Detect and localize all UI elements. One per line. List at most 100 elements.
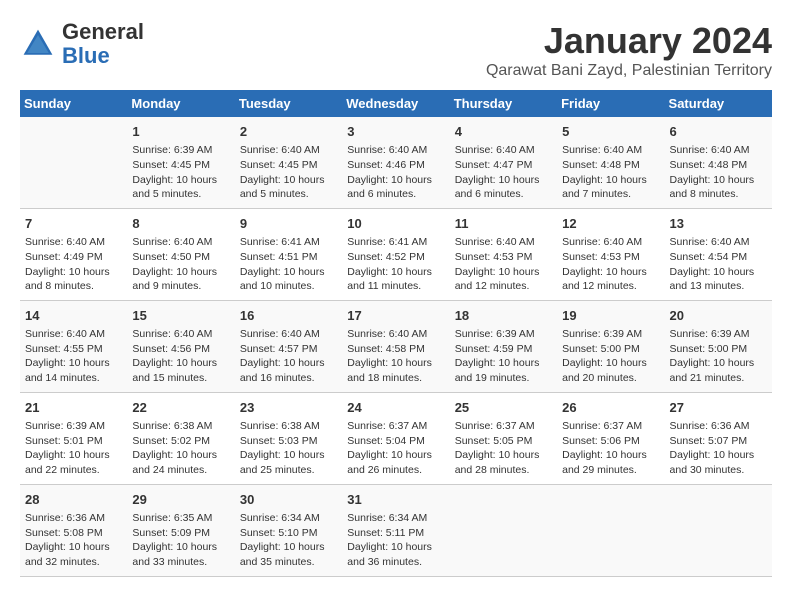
day-info: Sunrise: 6:40 AMSunset: 4:58 PMDaylight:… (347, 327, 444, 386)
day-number: 13 (670, 215, 767, 233)
logo-icon (20, 26, 56, 62)
calendar-cell: 8 Sunrise: 6:40 AMSunset: 4:50 PMDaylight… (127, 208, 234, 300)
day-number: 20 (670, 307, 767, 325)
main-title: January 2024 (486, 20, 772, 62)
day-number: 18 (455, 307, 552, 325)
calendar-cell: 28Sunrise: 6:36 AMSunset: 5:08 PMDayligh… (20, 484, 127, 576)
page-header: General Blue January 2024 Qarawat Bani Z… (20, 20, 772, 80)
day-info: Sunrise: 6:37 AMSunset: 5:04 PMDaylight:… (347, 419, 444, 478)
title-area: January 2024 Qarawat Bani Zayd, Palestin… (486, 20, 772, 80)
day-info: Sunrise: 6:37 AMSunset: 5:05 PMDaylight:… (455, 419, 552, 478)
day-number: 10 (347, 215, 444, 233)
day-info: Sunrise: 6:39 AMSunset: 5:00 PMDaylight:… (670, 327, 767, 386)
week-row-2: 7 Sunrise: 6:40 AMSunset: 4:49 PMDaylight… (20, 208, 772, 300)
day-info: Sunrise: 6:39 AMSunset: 4:45 PMDaylight:… (132, 143, 229, 202)
week-row-1: 1 Sunrise: 6:39 AMSunset: 4:45 PMDaylight… (20, 117, 772, 208)
day-number: 17 (347, 307, 444, 325)
day-header-friday: Friday (557, 90, 664, 117)
day-number: 15 (132, 307, 229, 325)
day-number: 9 (240, 215, 337, 233)
day-info: Sunrise: 6:36 AMSunset: 5:07 PMDaylight:… (670, 419, 767, 478)
calendar-cell: 1 Sunrise: 6:39 AMSunset: 4:45 PMDaylight… (127, 117, 234, 208)
calendar-cell: 29 Sunrise: 6:35 AMSunset: 5:09 PMDayligh… (127, 484, 234, 576)
day-number: 4 (455, 123, 552, 141)
calendar-cell: 14 Sunrise: 6:40 AMSunset: 4:55 PMDayligh… (20, 300, 127, 392)
day-info: Sunrise: 6:40 AMSunset: 4:55 PMDaylight:… (25, 327, 122, 386)
day-header-tuesday: Tuesday (235, 90, 342, 117)
day-number: 24 (347, 399, 444, 417)
days-header-row: SundayMondayTuesdayWednesdayThursdayFrid… (20, 90, 772, 117)
calendar-cell: 13 Sunrise: 6:40 AMSunset: 4:54 PMDayligh… (665, 208, 772, 300)
week-row-3: 14 Sunrise: 6:40 AMSunset: 4:55 PMDayligh… (20, 300, 772, 392)
day-info: Sunrise: 6:35 AMSunset: 5:09 PMDaylight:… (132, 511, 229, 570)
calendar-cell (665, 484, 772, 576)
day-number: 2 (240, 123, 337, 141)
calendar-cell: 18 Sunrise: 6:39 AMSunset: 4:59 PMDayligh… (450, 300, 557, 392)
calendar-cell: 21Sunrise: 6:39 AMSunset: 5:01 PMDayligh… (20, 392, 127, 484)
day-number: 1 (132, 123, 229, 141)
day-info: Sunrise: 6:41 AMSunset: 4:51 PMDaylight:… (240, 235, 337, 294)
week-row-5: 28Sunrise: 6:36 AMSunset: 5:08 PMDayligh… (20, 484, 772, 576)
calendar-cell: 12 Sunrise: 6:40 AMSunset: 4:53 PMDayligh… (557, 208, 664, 300)
calendar-cell: 7 Sunrise: 6:40 AMSunset: 4:49 PMDaylight… (20, 208, 127, 300)
calendar-cell (20, 117, 127, 208)
calendar-cell: 30 Sunrise: 6:34 AMSunset: 5:10 PMDayligh… (235, 484, 342, 576)
day-header-saturday: Saturday (665, 90, 772, 117)
calendar-cell: 24 Sunrise: 6:37 AMSunset: 5:04 PMDayligh… (342, 392, 449, 484)
calendar-cell: 11Sunrise: 6:40 AMSunset: 4:53 PMDayligh… (450, 208, 557, 300)
day-number: 23 (240, 399, 337, 417)
day-info: Sunrise: 6:40 AMSunset: 4:50 PMDaylight:… (132, 235, 229, 294)
day-info: Sunrise: 6:38 AMSunset: 5:02 PMDaylight:… (132, 419, 229, 478)
day-info: Sunrise: 6:40 AMSunset: 4:48 PMDaylight:… (562, 143, 659, 202)
day-info: Sunrise: 6:39 AMSunset: 4:59 PMDaylight:… (455, 327, 552, 386)
day-info: Sunrise: 6:40 AMSunset: 4:54 PMDaylight:… (670, 235, 767, 294)
day-info: Sunrise: 6:40 AMSunset: 4:53 PMDaylight:… (562, 235, 659, 294)
day-number: 7 (25, 215, 122, 233)
calendar-cell: 19 Sunrise: 6:39 AMSunset: 5:00 PMDayligh… (557, 300, 664, 392)
day-info: Sunrise: 6:40 AMSunset: 4:53 PMDaylight:… (455, 235, 552, 294)
day-info: Sunrise: 6:39 AMSunset: 5:01 PMDaylight:… (25, 419, 122, 478)
calendar-cell: 16Sunrise: 6:40 AMSunset: 4:57 PMDayligh… (235, 300, 342, 392)
calendar-cell: 3Sunrise: 6:40 AMSunset: 4:46 PMDaylight… (342, 117, 449, 208)
day-number: 14 (25, 307, 122, 325)
day-info: Sunrise: 6:38 AMSunset: 5:03 PMDaylight:… (240, 419, 337, 478)
day-number: 12 (562, 215, 659, 233)
day-number: 19 (562, 307, 659, 325)
day-number: 31 (347, 491, 444, 509)
day-number: 28 (25, 491, 122, 509)
day-number: 26 (562, 399, 659, 417)
day-number: 8 (132, 215, 229, 233)
day-info: Sunrise: 6:40 AMSunset: 4:45 PMDaylight:… (240, 143, 337, 202)
week-row-4: 21Sunrise: 6:39 AMSunset: 5:01 PMDayligh… (20, 392, 772, 484)
calendar-cell: 27Sunrise: 6:36 AMSunset: 5:07 PMDayligh… (665, 392, 772, 484)
calendar-table: SundayMondayTuesdayWednesdayThursdayFrid… (20, 90, 772, 577)
day-number: 29 (132, 491, 229, 509)
calendar-cell: 20 Sunrise: 6:39 AMSunset: 5:00 PMDayligh… (665, 300, 772, 392)
calendar-cell (450, 484, 557, 576)
calendar-cell: 5Sunrise: 6:40 AMSunset: 4:48 PMDaylight… (557, 117, 664, 208)
calendar-cell (557, 484, 664, 576)
day-info: Sunrise: 6:40 AMSunset: 4:56 PMDaylight:… (132, 327, 229, 386)
day-info: Sunrise: 6:40 AMSunset: 4:49 PMDaylight:… (25, 235, 122, 294)
calendar-cell: 26 Sunrise: 6:37 AMSunset: 5:06 PMDayligh… (557, 392, 664, 484)
calendar-cell: 15 Sunrise: 6:40 AMSunset: 4:56 PMDayligh… (127, 300, 234, 392)
calendar-cell: 10 Sunrise: 6:41 AMSunset: 4:52 PMDayligh… (342, 208, 449, 300)
day-number: 22 (132, 399, 229, 417)
calendar-cell: 2 Sunrise: 6:40 AMSunset: 4:45 PMDaylight… (235, 117, 342, 208)
day-info: Sunrise: 6:40 AMSunset: 4:47 PMDaylight:… (455, 143, 552, 202)
logo: General Blue (20, 20, 144, 68)
day-info: Sunrise: 6:41 AMSunset: 4:52 PMDaylight:… (347, 235, 444, 294)
day-header-monday: Monday (127, 90, 234, 117)
day-info: Sunrise: 6:37 AMSunset: 5:06 PMDaylight:… (562, 419, 659, 478)
day-info: Sunrise: 6:40 AMSunset: 4:57 PMDaylight:… (240, 327, 337, 386)
day-info: Sunrise: 6:34 AMSunset: 5:11 PMDaylight:… (347, 511, 444, 570)
subtitle: Qarawat Bani Zayd, Palestinian Territory (486, 62, 772, 80)
calendar-cell: 9 Sunrise: 6:41 AMSunset: 4:51 PMDaylight… (235, 208, 342, 300)
calendar-cell: 17 Sunrise: 6:40 AMSunset: 4:58 PMDayligh… (342, 300, 449, 392)
day-info: Sunrise: 6:40 AMSunset: 4:48 PMDaylight:… (670, 143, 767, 202)
day-header-thursday: Thursday (450, 90, 557, 117)
day-number: 3 (347, 123, 444, 141)
day-info: Sunrise: 6:39 AMSunset: 5:00 PMDaylight:… (562, 327, 659, 386)
day-info: Sunrise: 6:34 AMSunset: 5:10 PMDaylight:… (240, 511, 337, 570)
day-number: 30 (240, 491, 337, 509)
